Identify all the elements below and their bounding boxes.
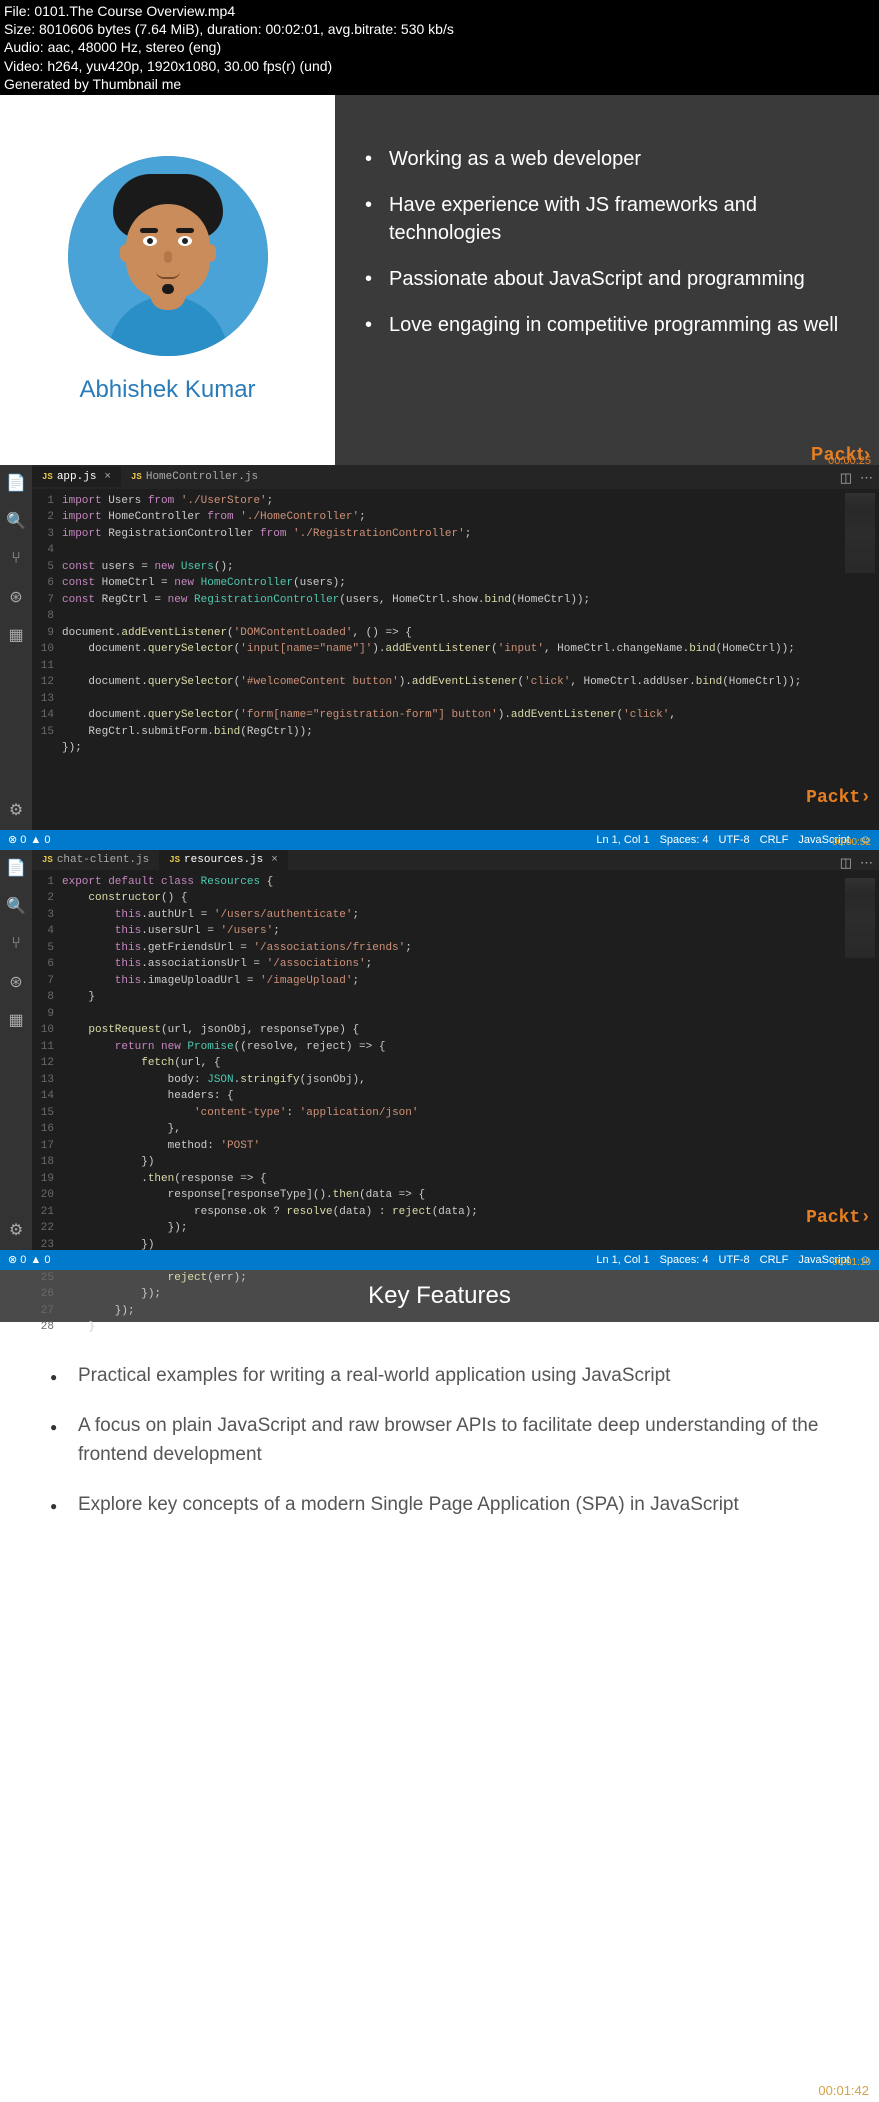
js-icon: JS	[169, 855, 180, 865]
cursor-position[interactable]: Ln 1, Col 1	[596, 834, 649, 846]
indent-setting[interactable]: Spaces: 4	[660, 834, 709, 846]
warnings-badge[interactable]: ▲ 0	[30, 1254, 50, 1266]
files-icon[interactable]: 📄	[6, 858, 26, 878]
editor-timestamp: 00:01:19	[832, 1257, 871, 1268]
tab-bar: JS app.js × JS HomeController.js	[32, 465, 879, 489]
split-editor-icon[interactable]: ◫	[840, 471, 852, 486]
bullet-item: Passionate about JavaScript and programm…	[365, 265, 849, 293]
bullet-item: Have experience with JS frameworks and t…	[365, 191, 849, 247]
errors-badge[interactable]: ⊗ 0	[8, 1253, 26, 1266]
gear-icon[interactable]: ⚙	[6, 1220, 26, 1240]
more-icon[interactable]: ⋯	[860, 471, 873, 486]
split-editor-icon[interactable]: ◫	[840, 856, 852, 871]
status-bar-2: ⊗ 0 ▲ 0 Ln 1, Col 1 Spaces: 4 UTF-8 CRLF…	[0, 1250, 879, 1270]
tab-chat-client-js[interactable]: JS chat-client.js	[32, 850, 159, 870]
editor-timestamp: 00:00:52	[832, 837, 871, 848]
eol[interactable]: CRLF	[760, 834, 789, 846]
activity-bar: 📄 🔍 ⑂ ⊛ ▦ ⚙	[0, 465, 32, 830]
encoding[interactable]: UTF-8	[719, 834, 750, 846]
author-bullets-panel: Working as a web developer Have experien…	[335, 95, 879, 465]
file-info-line: Audio: aac, 48000 Hz, stereo (eng)	[4, 38, 875, 56]
bullet-item: Working as a web developer	[365, 145, 849, 173]
activity-bar: 📄 🔍 ⑂ ⊛ ▦ ⚙	[0, 850, 32, 1250]
search-icon[interactable]: 🔍	[6, 896, 26, 916]
file-info-line: Size: 8010606 bytes (7.64 MiB), duration…	[4, 20, 875, 38]
line-numbers: 123456789101112131415	[32, 493, 62, 757]
tab-resources-js[interactable]: JS resources.js ×	[159, 850, 288, 870]
extensions-icon[interactable]: ▦	[6, 625, 26, 645]
packt-logo: Packt	[806, 788, 871, 808]
tab-label: HomeController.js	[146, 471, 258, 483]
editor-actions: ◫ ⋯	[840, 471, 873, 486]
js-icon: JS	[42, 855, 53, 865]
close-icon[interactable]: ×	[104, 471, 111, 483]
code-content[interactable]: import Users from './UserStore'; import …	[62, 493, 879, 757]
tab-homecontroller-js[interactable]: JS HomeController.js	[121, 467, 268, 487]
git-icon[interactable]: ⑂	[6, 549, 26, 569]
code-editor-2: 📄 🔍 ⑂ ⊛ ▦ ⚙ JS chat-client.js JS resources…	[0, 850, 879, 1250]
search-icon[interactable]: 🔍	[6, 511, 26, 531]
gear-icon[interactable]: ⚙	[6, 800, 26, 820]
feature-item: Explore key concepts of a modern Single …	[50, 1491, 829, 1520]
eol[interactable]: CRLF	[760, 1254, 789, 1266]
status-bar-1: ⊗ 0 ▲ 0 Ln 1, Col 1 Spaces: 4 UTF-8 CRLF…	[0, 830, 879, 850]
errors-badge[interactable]: ⊗ 0	[8, 833, 26, 846]
tab-label: app.js	[57, 471, 97, 483]
debug-icon[interactable]: ⊛	[6, 972, 26, 992]
author-panel: Abhishek Kumar	[0, 95, 335, 465]
tab-label: chat-client.js	[57, 854, 149, 866]
close-icon[interactable]: ×	[271, 854, 278, 866]
bottom-timestamp: 00:01:42	[818, 2083, 869, 2098]
debug-icon[interactable]: ⊛	[6, 587, 26, 607]
file-info-line: Video: h264, yuv420p, 1920x1080, 30.00 f…	[4, 57, 875, 75]
file-info-bar: File: 0101.The Course Overview.mp4 Size:…	[0, 0, 879, 95]
editor-actions: ◫ ⋯	[840, 856, 873, 871]
more-icon[interactable]: ⋯	[860, 856, 873, 871]
js-icon: JS	[42, 472, 53, 482]
extensions-icon[interactable]: ▦	[6, 1010, 26, 1030]
author-name: Abhishek Kumar	[79, 376, 255, 404]
feature-item: Practical examples for writing a real-wo…	[50, 1362, 829, 1391]
js-icon: JS	[131, 472, 142, 482]
git-icon[interactable]: ⑂	[6, 934, 26, 954]
intro-slide: Abhishek Kumar Working as a web develope…	[0, 95, 879, 465]
files-icon[interactable]: 📄	[6, 473, 26, 493]
features-list: Practical examples for writing a real-wo…	[0, 1322, 879, 1582]
bottom-area: 00:01:42	[0, 1582, 879, 2102]
feature-item: A focus on plain JavaScript and raw brow…	[50, 1412, 829, 1469]
tab-bar: JS chat-client.js JS resources.js ×	[32, 850, 879, 870]
code-editor-1: 📄 🔍 ⑂ ⊛ ▦ ⚙ JS app.js × JS HomeController.j…	[0, 465, 879, 830]
cursor-position[interactable]: Ln 1, Col 1	[596, 1254, 649, 1266]
bullet-item: Love engaging in competitive programming…	[365, 311, 849, 339]
minimap[interactable]	[845, 878, 875, 958]
packt-logo: Packt	[806, 1208, 871, 1228]
encoding[interactable]: UTF-8	[719, 1254, 750, 1266]
file-info-line: File: 0101.The Course Overview.mp4	[4, 2, 875, 20]
code-area[interactable]: 123456789101112131415 import Users from …	[32, 489, 879, 761]
indent-setting[interactable]: Spaces: 4	[660, 1254, 709, 1266]
minimap[interactable]	[845, 493, 875, 573]
tab-label: resources.js	[184, 854, 263, 866]
warnings-badge[interactable]: ▲ 0	[30, 834, 50, 846]
tab-app-js[interactable]: JS app.js ×	[32, 467, 121, 487]
author-avatar	[68, 156, 268, 356]
file-info-line: Generated by Thumbnail me	[4, 75, 875, 93]
